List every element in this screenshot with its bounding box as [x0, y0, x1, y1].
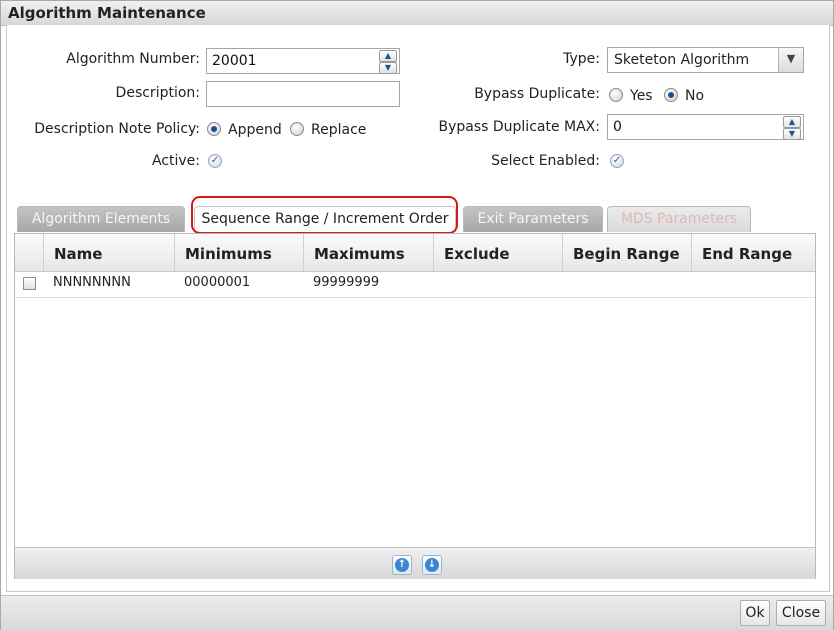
active-checkbox[interactable]: ✓	[208, 154, 222, 168]
description-label: Description:	[115, 85, 200, 101]
tab-mds-parameters: MDS Parameters	[607, 206, 751, 232]
radio-append[interactable]	[207, 122, 221, 136]
cell-minimums: 00000001	[184, 275, 251, 290]
radio-append-label: Append	[228, 122, 282, 138]
type-label: Type:	[563, 51, 600, 67]
button-bar: Ok Close	[1, 595, 833, 630]
spin-down-icon[interactable]: ▼	[379, 62, 397, 74]
radio-no-label: No	[685, 88, 705, 104]
cell-maximums: 99999999	[313, 275, 380, 290]
arrow-up-icon: ↑	[395, 558, 409, 572]
arrow-down-icon: ↓	[425, 558, 439, 572]
algorithm-number-input[interactable]: 20001 ▲ ▼	[206, 48, 400, 74]
grid-footer: ↑ ↓	[15, 547, 815, 579]
radio-yes[interactable]	[609, 88, 623, 102]
move-up-button[interactable]: ↑	[392, 555, 412, 575]
bypass-duplicate-max-label: Bypass Duplicate MAX:	[438, 119, 600, 135]
algorithm-maintenance-dialog: Algorithm Maintenance Algorithm Number: …	[0, 0, 834, 630]
column-header-maximums[interactable]: Maximums	[303, 234, 433, 271]
move-down-button[interactable]: ↓	[422, 555, 442, 575]
select-enabled-label: Select Enabled:	[491, 153, 600, 169]
column-header-begin-range[interactable]: Begin Range	[562, 234, 691, 271]
radio-yes-label: Yes	[630, 88, 653, 104]
cell-exclude	[433, 272, 562, 297]
row-select-checkbox[interactable]	[23, 277, 36, 290]
cell-begin-range	[562, 272, 691, 297]
tab-exit-parameters[interactable]: Exit Parameters	[463, 206, 603, 232]
close-button[interactable]: Close	[776, 600, 826, 626]
grid-header: Name Minimums Maximums Exclude Begin Ran…	[15, 234, 815, 272]
algorithm-number-label: Algorithm Number:	[66, 51, 200, 67]
radio-replace[interactable]	[290, 122, 304, 136]
type-select[interactable]: Sketeton Algorithm ▼	[607, 47, 804, 73]
select-enabled-checkbox[interactable]: ✓	[610, 154, 624, 168]
dialog-title: Algorithm Maintenance	[8, 4, 206, 22]
active-tab-highlight	[191, 196, 458, 234]
type-value: Sketeton Algorithm	[614, 52, 750, 68]
bypass-duplicate-max-input[interactable]: 0 ▲ ▼	[607, 114, 804, 140]
bypass-duplicate-max-value: 0	[613, 119, 622, 135]
column-header-exclude[interactable]: Exclude	[433, 234, 562, 271]
cell-name: NNNNNNNN	[53, 275, 131, 290]
active-label: Active:	[151, 153, 200, 169]
bypass-duplicate-max-spinner[interactable]: ▲ ▼	[783, 116, 801, 140]
spin-up-icon[interactable]: ▲	[783, 116, 801, 128]
cell-end-range	[691, 272, 815, 297]
title-bar[interactable]: Algorithm Maintenance	[1, 1, 833, 26]
column-header-end-range[interactable]: End Range	[691, 234, 815, 271]
radio-no[interactable]	[664, 88, 678, 102]
column-header-minimums[interactable]: Minimums	[174, 234, 303, 271]
sequence-range-grid: Name Minimums Maximums Exclude Begin Ran…	[14, 233, 816, 579]
tab-algorithm-elements[interactable]: Algorithm Elements	[17, 206, 185, 232]
description-input[interactable]	[206, 81, 400, 107]
column-header-name[interactable]: Name	[43, 234, 174, 271]
algorithm-number-spinner[interactable]: ▲ ▼	[379, 50, 397, 74]
spin-up-icon[interactable]: ▲	[379, 50, 397, 62]
algorithm-number-value: 20001	[212, 53, 257, 69]
chevron-down-icon[interactable]: ▼	[778, 48, 803, 72]
description-note-policy-label: Description Note Policy:	[34, 121, 200, 137]
bypass-duplicate-label: Bypass Duplicate:	[474, 86, 600, 102]
radio-replace-label: Replace	[311, 122, 367, 138]
table-row[interactable]: NNNNNNNN 00000001 99999999	[15, 272, 815, 298]
spin-down-icon[interactable]: ▼	[783, 128, 801, 140]
ok-button[interactable]: Ok	[740, 600, 770, 626]
